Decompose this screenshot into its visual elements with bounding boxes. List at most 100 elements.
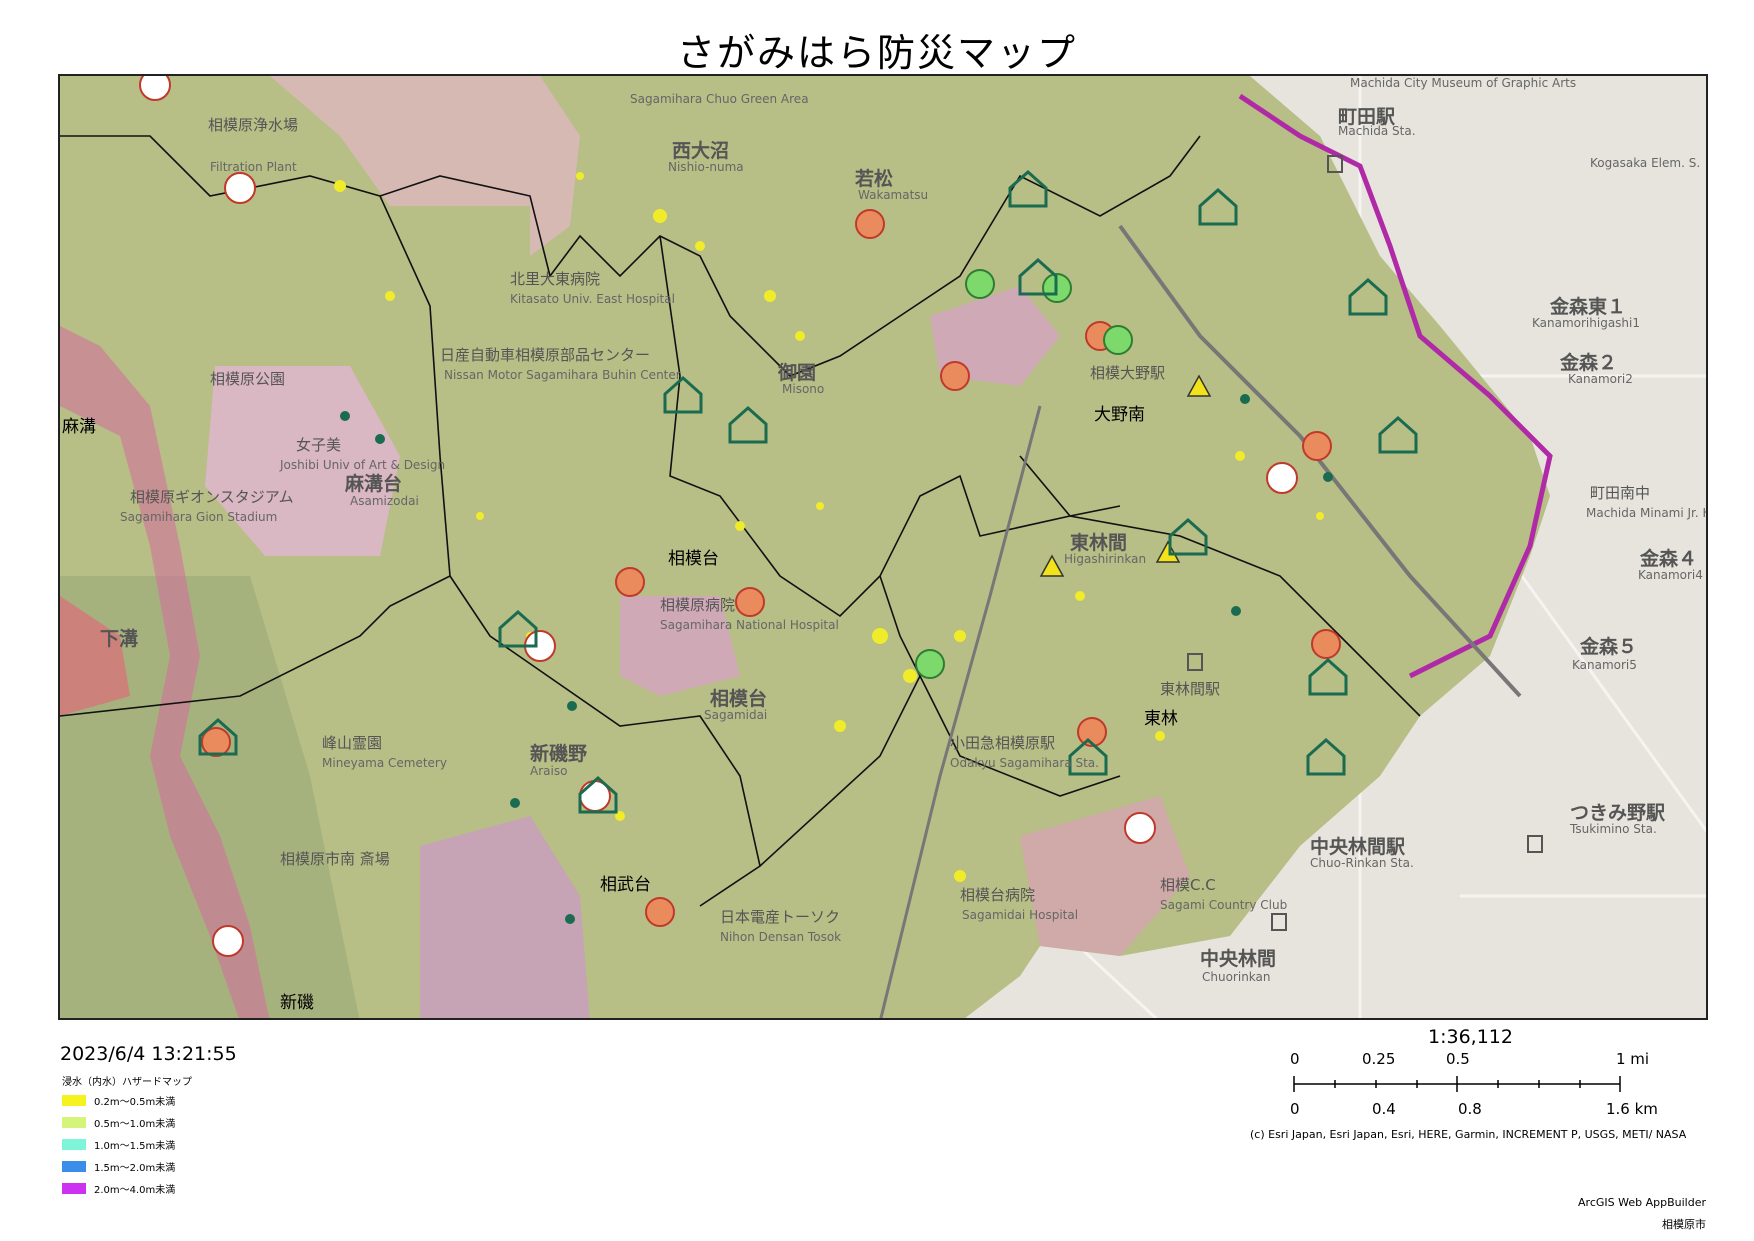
scale-km-label: 1.6 km: [1606, 1100, 1658, 1118]
place-label: 相模大野駅: [1090, 364, 1166, 382]
place-label: 下溝: [100, 628, 139, 650]
place-label-en: Joshibi Univ of Art & Design: [280, 458, 446, 472]
print-timestamp: 2023/6/4 13:21:55: [60, 1043, 237, 1065]
place-label-en: Machida Minami Jr. H. S.: [1586, 506, 1706, 520]
scale-mi-label: 1 mi: [1616, 1050, 1650, 1068]
place-label: 相模台病院: [960, 886, 1036, 904]
place-label: 新磯野: [530, 743, 588, 765]
place-label-en: Nissan Motor Sagamihara Buhin Center: [444, 368, 681, 382]
place-label-en: Machida City Museum of Graphic Arts: [1350, 76, 1577, 90]
city-credit: 相模原市: [1662, 1218, 1706, 1231]
place-label: 金森２: [1560, 352, 1618, 374]
place-label: 相模原病院: [660, 596, 736, 614]
place-label: 麻溝台: [345, 473, 403, 495]
legend-label: 1.5m～2.0m未満: [94, 1163, 176, 1174]
place-label-en: Odakyu Sagamihara Sta.: [950, 756, 1099, 770]
place-label: 相模台: [710, 688, 768, 710]
place-label: 若松: [855, 168, 894, 190]
legend-item: 0.5m～1.0m未満: [62, 1115, 175, 1130]
place-label-en: Sagamihara Gion Stadium: [120, 510, 278, 524]
place-label-en: Araiso: [530, 764, 568, 778]
place-label-en: Sagami Country Club: [1160, 898, 1288, 912]
place-label: 町田南中: [1590, 484, 1651, 502]
place-label: 女子美: [296, 436, 342, 454]
place-label-en: Chuo-Rinkan Sta.: [1310, 856, 1414, 870]
place-label-en: Filtration Plant: [210, 160, 297, 174]
place-label: 相模C.C: [1160, 876, 1216, 894]
place-label: 金森４: [1640, 548, 1698, 570]
place-label-en: Sagamihara National Hospital: [660, 618, 839, 632]
area-label: 新磯: [280, 993, 314, 1013]
scale-bar: [1293, 1076, 1621, 1092]
place-label: 相模原ギオンスタジアム: [130, 488, 294, 506]
place-label-en: Mineyama Cemetery: [322, 756, 447, 770]
place-label-en: Nishio-numa: [668, 160, 744, 174]
place-label: 中央林間駅: [1310, 836, 1406, 858]
place-label: 東林間: [1070, 532, 1128, 554]
legend-item: 0.2m～0.5m未満: [62, 1093, 175, 1108]
place-label-en: Nihon Densan Tosok: [720, 930, 842, 944]
place-label-en: Kanamori2: [1568, 372, 1633, 386]
map-frame[interactable]: 西大沼 若松 御園 東林間 相模台 新磯野 下溝 麻溝台 町田駅 金森東１ 金森…: [58, 74, 1708, 1020]
place-label: 峰山霊園: [322, 734, 383, 752]
place-label-en: Asamizodai: [350, 494, 419, 508]
legend-item: 1.5m～2.0m未満: [62, 1159, 175, 1174]
area-label: 相武台: [600, 875, 651, 895]
place-label-en: Machida Sta.: [1338, 124, 1416, 138]
place-label: 日産自動車相模原部品センター: [440, 346, 651, 364]
map-title: さがみはら防災マップ: [676, 31, 1077, 75]
legend-label: 0.2m～0.5m未満: [94, 1097, 176, 1108]
place-label: 中央林間: [1200, 948, 1277, 970]
legend-swatch: [62, 1095, 86, 1106]
place-label-en: Kanamori4: [1638, 568, 1703, 582]
legend-item: 2.0m～4.0m未満: [62, 1181, 175, 1196]
legend-label: 0.5m～1.0m未満: [94, 1119, 176, 1130]
place-label: 金森５: [1580, 636, 1638, 658]
place-label: 日本電産トーソク: [720, 908, 841, 926]
legend-swatch: [62, 1161, 86, 1172]
place-label-en: Higashirinkan: [1064, 552, 1147, 566]
place-label: 相模原浄水場: [208, 116, 299, 134]
scale-mi-label: 0.25: [1362, 1050, 1396, 1068]
scale-km-label: 0: [1290, 1100, 1300, 1118]
legend-swatch: [62, 1117, 86, 1128]
app-credit: ArcGIS Web AppBuilder: [1578, 1196, 1706, 1209]
scale-mi-label: 0.5: [1446, 1050, 1470, 1068]
legend-item: 1.0m～1.5m未満: [62, 1137, 175, 1152]
area-label: 東林: [1144, 709, 1178, 729]
legend-swatch: [62, 1139, 86, 1150]
place-label-en: Wakamatsu: [858, 188, 929, 202]
area-label: 相模台: [668, 549, 719, 569]
place-label: 北里大東病院: [510, 270, 601, 288]
place-label-en: Kitasato Univ. East Hospital: [510, 292, 675, 306]
scale-ratio: 1:36,112: [1428, 1026, 1513, 1048]
scale-mi-label: 0: [1290, 1050, 1300, 1068]
place-label-en: Kanamorihigashi1: [1532, 316, 1641, 330]
place-label: 西大沼: [672, 140, 730, 162]
place-label-en: Sagamidai: [704, 708, 768, 722]
place-label-en: Tsukimino Sta.: [1570, 822, 1657, 836]
place-label-en: Kogasaka Elem. S.: [1590, 156, 1701, 170]
place-label: 御園: [778, 362, 817, 384]
place-label: 相模原公園: [210, 370, 286, 388]
legend-swatch: [62, 1183, 86, 1194]
place-label: つきみ野駅: [1570, 802, 1666, 824]
legend-label: 1.0m～1.5m未満: [94, 1141, 176, 1152]
place-label-en: Misono: [782, 382, 825, 396]
area-label: 麻溝: [62, 417, 96, 437]
place-label: 相模原市南 斎場: [280, 850, 390, 868]
place-label-en: Sagamidai Hospital: [962, 908, 1079, 922]
place-label-en: Kanamori5: [1572, 658, 1637, 672]
scale-km-label: 0.4: [1372, 1100, 1396, 1118]
map-attribution: (c) Esri Japan, Esri Japan, Esri, HERE, …: [1250, 1128, 1687, 1141]
map-canvas[interactable]: [60, 76, 1708, 1020]
place-label: 東林間駅: [1160, 680, 1221, 698]
legend-label: 2.0m～4.0m未満: [94, 1185, 176, 1196]
place-label-en: Chuorinkan: [1202, 970, 1271, 984]
scale-km-label: 0.8: [1458, 1100, 1482, 1118]
place-label-en: Sagamihara Chuo Green Area: [630, 92, 809, 106]
area-label: 大野南: [1094, 405, 1145, 425]
place-label: 金森東１: [1550, 296, 1627, 318]
place-label: 小田急相模原駅: [950, 734, 1056, 752]
legend-title: 浸水（内水）ハザードマップ: [62, 1077, 192, 1088]
